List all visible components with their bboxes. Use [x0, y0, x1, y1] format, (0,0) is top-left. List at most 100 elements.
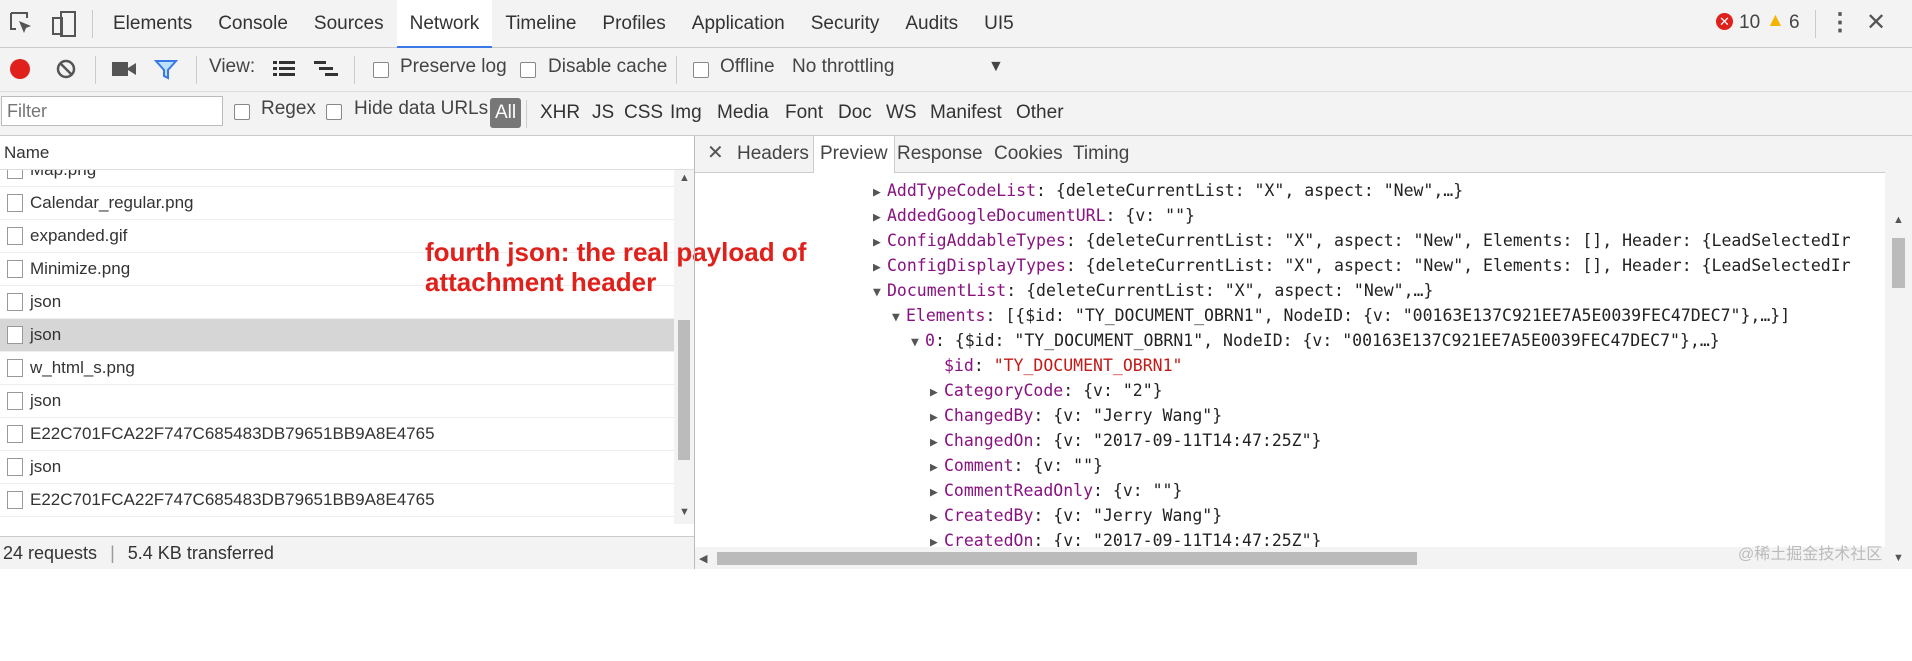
tree-node[interactable]: ▶ ChangedOn: {v: "2017-09-11T14:47:25Z"}: [930, 428, 1322, 453]
throttling-select[interactable]: No throttling: [792, 56, 894, 78]
tab-sources[interactable]: Sources: [301, 0, 397, 48]
filter-input[interactable]: [1, 96, 223, 126]
preview-scrollbar[interactable]: ▲ ▼: [1885, 172, 1912, 569]
collapsed-triangle-icon[interactable]: ▶: [930, 455, 944, 480]
preserve-log-label[interactable]: Preserve log: [400, 56, 507, 78]
video-camera-icon[interactable]: [111, 60, 137, 83]
tree-node[interactable]: ▶ Comment: {v: ""}: [930, 453, 1103, 478]
scrollbar-thumb[interactable]: [678, 320, 690, 460]
scroll-up-icon[interactable]: ▲: [679, 172, 690, 184]
collapsed-triangle-icon[interactable]: ▶: [873, 255, 887, 280]
request-list-scrollbar[interactable]: ▲ ▼: [674, 170, 694, 524]
warning-count[interactable]: 6: [1789, 12, 1800, 34]
tree-node[interactable]: ▼ DocumentList: {deleteCurrentList: "X", …: [873, 278, 1433, 303]
tab-network[interactable]: Network: [396, 0, 493, 48]
request-row[interactable]: w_html_s.png: [0, 352, 674, 385]
request-row[interactable]: json: [0, 451, 674, 484]
scroll-down-icon[interactable]: ▼: [679, 506, 690, 518]
tab-profiles[interactable]: Profiles: [589, 0, 678, 48]
collapsed-triangle-icon[interactable]: ▶: [930, 505, 944, 530]
chevron-down-icon[interactable]: ▼: [988, 58, 1004, 76]
filter-type-xhr[interactable]: XHR: [538, 98, 582, 128]
filter-type-font[interactable]: Font: [783, 98, 825, 128]
tab-timeline[interactable]: Timeline: [492, 0, 589, 48]
tree-node[interactable]: ▶ ChangedBy: {v: "Jerry Wang"}: [930, 403, 1222, 428]
scroll-left-icon[interactable]: ◀: [699, 552, 707, 565]
preserve-log-checkbox[interactable]: [373, 62, 389, 78]
scrollbar-thumb[interactable]: [717, 552, 1417, 565]
tree-node[interactable]: ▶ ConfigDisplayTypes: {deleteCurrentList:…: [873, 253, 1851, 278]
filter-type-css[interactable]: CSS: [622, 98, 665, 128]
request-row[interactable]: Map.png: [0, 170, 674, 187]
collapsed-triangle-icon[interactable]: ▶: [873, 180, 887, 205]
filter-type-media[interactable]: Media: [715, 98, 771, 128]
collapsed-triangle-icon[interactable]: ▶: [930, 380, 944, 405]
clear-icon[interactable]: [55, 58, 77, 85]
tab-elements[interactable]: Elements: [100, 0, 205, 48]
filter-type-js[interactable]: JS: [590, 98, 616, 128]
scroll-up-icon[interactable]: ▲: [1893, 214, 1904, 226]
tree-node[interactable]: ▶ ConfigAddableTypes: {deleteCurrentList:…: [873, 228, 1851, 253]
expanded-triangle-icon[interactable]: ▼: [873, 280, 887, 305]
expanded-triangle-icon[interactable]: ▼: [911, 330, 925, 355]
tab-ui5[interactable]: UI5: [971, 0, 1027, 48]
disable-cache-checkbox[interactable]: [520, 62, 536, 78]
collapsed-triangle-icon[interactable]: ▶: [930, 530, 944, 547]
request-row[interactable]: json: [0, 385, 674, 418]
record-icon[interactable]: [10, 59, 30, 79]
warning-icon[interactable]: ▲: [1766, 10, 1785, 32]
request-row[interactable]: json: [0, 319, 674, 352]
inspect-element-icon[interactable]: [6, 8, 38, 40]
filter-type-manifest[interactable]: Manifest: [928, 98, 1004, 128]
tree-node[interactable]: ▶ CreatedOn: {v: "2017-09-11T14:47:25Z"}: [930, 528, 1322, 547]
offline-checkbox[interactable]: [693, 62, 709, 78]
filter-type-all[interactable]: All: [490, 98, 522, 128]
offline-label[interactable]: Offline: [720, 56, 775, 78]
scroll-down-icon[interactable]: ▼: [1893, 552, 1904, 564]
tab-preview[interactable]: Preview: [813, 136, 895, 173]
large-rows-icon[interactable]: [272, 58, 296, 85]
filter-type-other[interactable]: Other: [1014, 98, 1066, 128]
device-toolbar-icon[interactable]: [48, 8, 80, 40]
close-details-icon[interactable]: ✕: [707, 140, 724, 165]
filter-type-ws[interactable]: WS: [884, 98, 919, 128]
hide-data-urls-checkbox[interactable]: [326, 104, 342, 120]
regex-label[interactable]: Regex: [261, 98, 316, 120]
more-options-icon[interactable]: ⋮: [1828, 8, 1852, 37]
tab-audits[interactable]: Audits: [892, 0, 971, 48]
tab-security[interactable]: Security: [798, 0, 893, 48]
preview-horizontal-scrollbar[interactable]: ◀: [695, 547, 1885, 569]
tree-node[interactable]: ▼ 0: {$id: "TY_DOCUMENT_OBRN1", NodeID: {…: [911, 328, 1720, 353]
filter-type-img[interactable]: Img: [668, 98, 704, 128]
scrollbar-thumb[interactable]: [1892, 238, 1905, 288]
tab-headers[interactable]: Headers: [731, 136, 815, 172]
tree-node[interactable]: ▶ AddedGoogleDocumentURL: {v: ""}: [873, 203, 1195, 228]
request-row[interactable]: E22C701FCA22F747C685483DB79651BB9A8E4765: [0, 418, 674, 451]
tree-node[interactable]: $id: "TY_DOCUMENT_OBRN1": [930, 353, 1182, 378]
error-icon[interactable]: ✕: [1716, 13, 1733, 30]
tab-console[interactable]: Console: [205, 0, 301, 48]
tree-node[interactable]: ▶ CreatedBy: {v: "Jerry Wang"}: [930, 503, 1222, 528]
tree-node[interactable]: ▶ AddTypeCodeList: {deleteCurrentList: "X…: [873, 178, 1463, 203]
tab-cookies[interactable]: Cookies: [988, 136, 1069, 172]
collapsed-triangle-icon[interactable]: ▶: [930, 430, 944, 455]
tree-node[interactable]: ▶ CategoryCode: {v: "2"}: [930, 378, 1163, 403]
tree-node[interactable]: ▶ CommentReadOnly: {v: ""}: [930, 478, 1182, 503]
collapsed-triangle-icon[interactable]: ▶: [873, 205, 887, 230]
close-devtools-icon[interactable]: ✕: [1866, 8, 1886, 37]
filter-icon[interactable]: [153, 58, 179, 85]
tree-node[interactable]: ▼ Elements: [{$id: "TY_DOCUMENT_OBRN1", N…: [892, 303, 1790, 328]
collapsed-triangle-icon[interactable]: ▶: [930, 405, 944, 430]
collapsed-triangle-icon[interactable]: ▶: [873, 230, 887, 255]
filter-type-doc[interactable]: Doc: [836, 98, 874, 128]
regex-checkbox[interactable]: [234, 104, 250, 120]
name-column-header[interactable]: Name: [0, 136, 694, 170]
overview-icon[interactable]: [313, 58, 339, 85]
disable-cache-label[interactable]: Disable cache: [548, 56, 667, 78]
collapsed-triangle-icon[interactable]: ▶: [930, 480, 944, 505]
expanded-triangle-icon[interactable]: ▼: [892, 305, 906, 330]
error-count[interactable]: 10: [1739, 12, 1760, 34]
tab-application[interactable]: Application: [679, 0, 798, 48]
hide-data-urls-label[interactable]: Hide data URLs: [354, 98, 488, 120]
request-row[interactable]: E22C701FCA22F747C685483DB79651BB9A8E4765: [0, 484, 674, 517]
